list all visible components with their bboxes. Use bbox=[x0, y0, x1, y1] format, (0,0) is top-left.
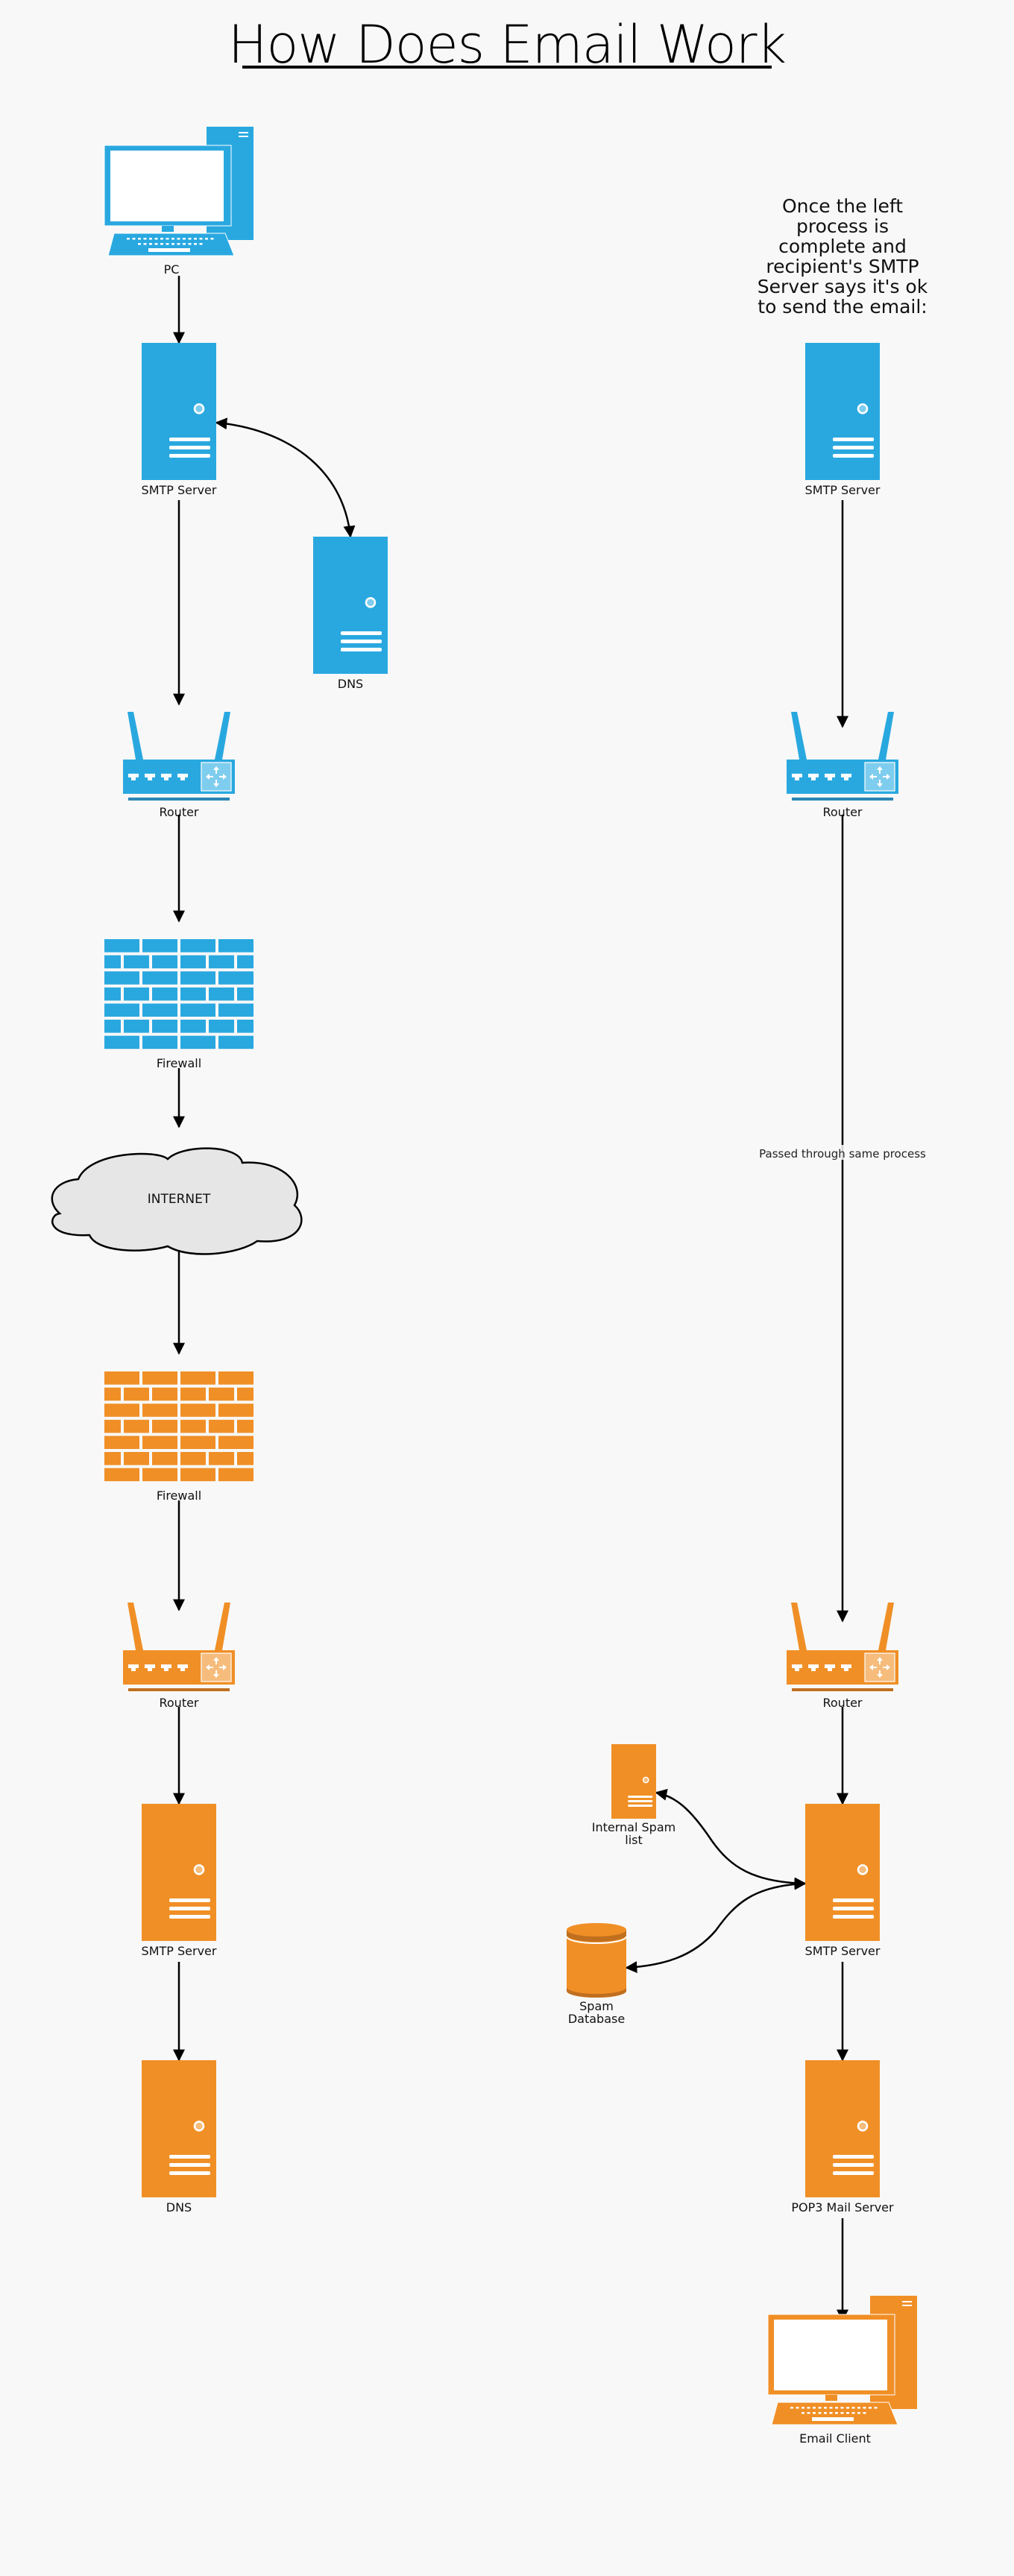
node-label: Firewall bbox=[157, 1489, 201, 1503]
firewall-icon bbox=[104, 939, 254, 1049]
edge-label-group: Passed through same process bbox=[753, 1145, 930, 1161]
server-icon bbox=[142, 343, 216, 480]
firewall-icon bbox=[104, 1371, 254, 1482]
pc-node[interactable]: PC bbox=[104, 127, 254, 277]
title-underline bbox=[242, 66, 772, 69]
node-label: Router bbox=[822, 805, 862, 819]
server-icon bbox=[805, 343, 880, 480]
edges bbox=[173, 276, 848, 2322]
router-right-blue-node[interactable]: Router bbox=[787, 712, 898, 819]
note-line: Once the left bbox=[782, 195, 903, 217]
edge-label-passed-through: Passed through same process bbox=[759, 1147, 926, 1161]
smtp-left-blue-node[interactable]: SMTP Server bbox=[142, 343, 217, 497]
internal-spam-list-node[interactable]: Internal Spamlist bbox=[592, 1744, 676, 1847]
router-left-orange-node[interactable]: Router bbox=[123, 1603, 235, 1710]
node-label: Router bbox=[159, 805, 198, 819]
smtp-left-orange-node[interactable]: SMTP Server bbox=[142, 1804, 217, 1958]
dns-blue-node[interactable]: DNS bbox=[313, 537, 388, 691]
node-label: SMTP Server bbox=[142, 1944, 217, 1958]
right-note: Once the left process is complete and re… bbox=[758, 195, 928, 318]
server-icon bbox=[805, 2060, 880, 2197]
node-label: INTERNET bbox=[148, 1192, 211, 1207]
node-label: PC bbox=[164, 262, 180, 277]
nodes: PC SMTP Server DNS Router Firewall INTERNET Fi… bbox=[51, 127, 917, 2446]
desktop-computer-icon bbox=[104, 127, 254, 256]
smtp-right-blue-node[interactable]: SMTP Server bbox=[805, 343, 881, 497]
edge-smtp-internal-spam bbox=[655, 1788, 807, 1890]
node-label: Firewall bbox=[157, 1056, 201, 1070]
note-line: process is bbox=[796, 215, 889, 237]
title-group: How Does Email Work bbox=[228, 14, 787, 75]
server-icon bbox=[142, 1804, 216, 1941]
node-label: Router bbox=[159, 1696, 198, 1710]
node-label: DNS bbox=[166, 2200, 192, 2214]
node-label: Router bbox=[822, 1696, 862, 1710]
node-label: SMTP Server bbox=[805, 1944, 881, 1958]
node-label: Email Client bbox=[799, 2431, 871, 2446]
node-label: DNS bbox=[338, 677, 363, 691]
spam-database-node[interactable]: SpamDatabase bbox=[566, 1923, 627, 2026]
note-line: Server says it's ok bbox=[758, 276, 928, 297]
firewall-blue-node[interactable]: Firewall bbox=[104, 939, 254, 1070]
router-left-blue-node[interactable]: Router bbox=[123, 712, 235, 819]
server-icon bbox=[142, 2060, 216, 2197]
server-icon bbox=[805, 1804, 880, 1941]
server-icon bbox=[611, 1744, 656, 1819]
note-line: recipient's SMTP bbox=[766, 256, 919, 277]
server-icon bbox=[313, 537, 388, 674]
note-line: complete and bbox=[778, 236, 907, 257]
node-label: Database bbox=[568, 2012, 625, 2026]
dns-orange-node[interactable]: DNS bbox=[142, 2060, 216, 2214]
email-client-node[interactable]: Email Client bbox=[767, 2296, 917, 2446]
email-flow-diagram: How Does Email Work Passed through same … bbox=[51, 14, 930, 2446]
database-icon bbox=[566, 1923, 627, 1998]
edge-smtp-dns bbox=[215, 417, 356, 538]
router-icon bbox=[123, 1603, 235, 1691]
node-label: SMTP Server bbox=[805, 483, 881, 497]
internet-node[interactable]: INTERNET bbox=[51, 1147, 303, 1255]
node-label: SMTP Server bbox=[142, 483, 217, 497]
node-label: POP3 Mail Server bbox=[791, 2200, 894, 2214]
edge-smtp-spam-database bbox=[625, 1878, 807, 1974]
pop3-node[interactable]: POP3 Mail Server bbox=[791, 2060, 894, 2214]
node-label: list bbox=[625, 1833, 643, 1847]
smtp-right-orange-node[interactable]: SMTP Server bbox=[805, 1804, 881, 1958]
note-line: to send the email: bbox=[758, 296, 927, 318]
desktop-computer-icon bbox=[767, 2296, 917, 2425]
firewall-orange-node[interactable]: Firewall bbox=[104, 1371, 254, 1503]
router-icon bbox=[123, 712, 235, 801]
